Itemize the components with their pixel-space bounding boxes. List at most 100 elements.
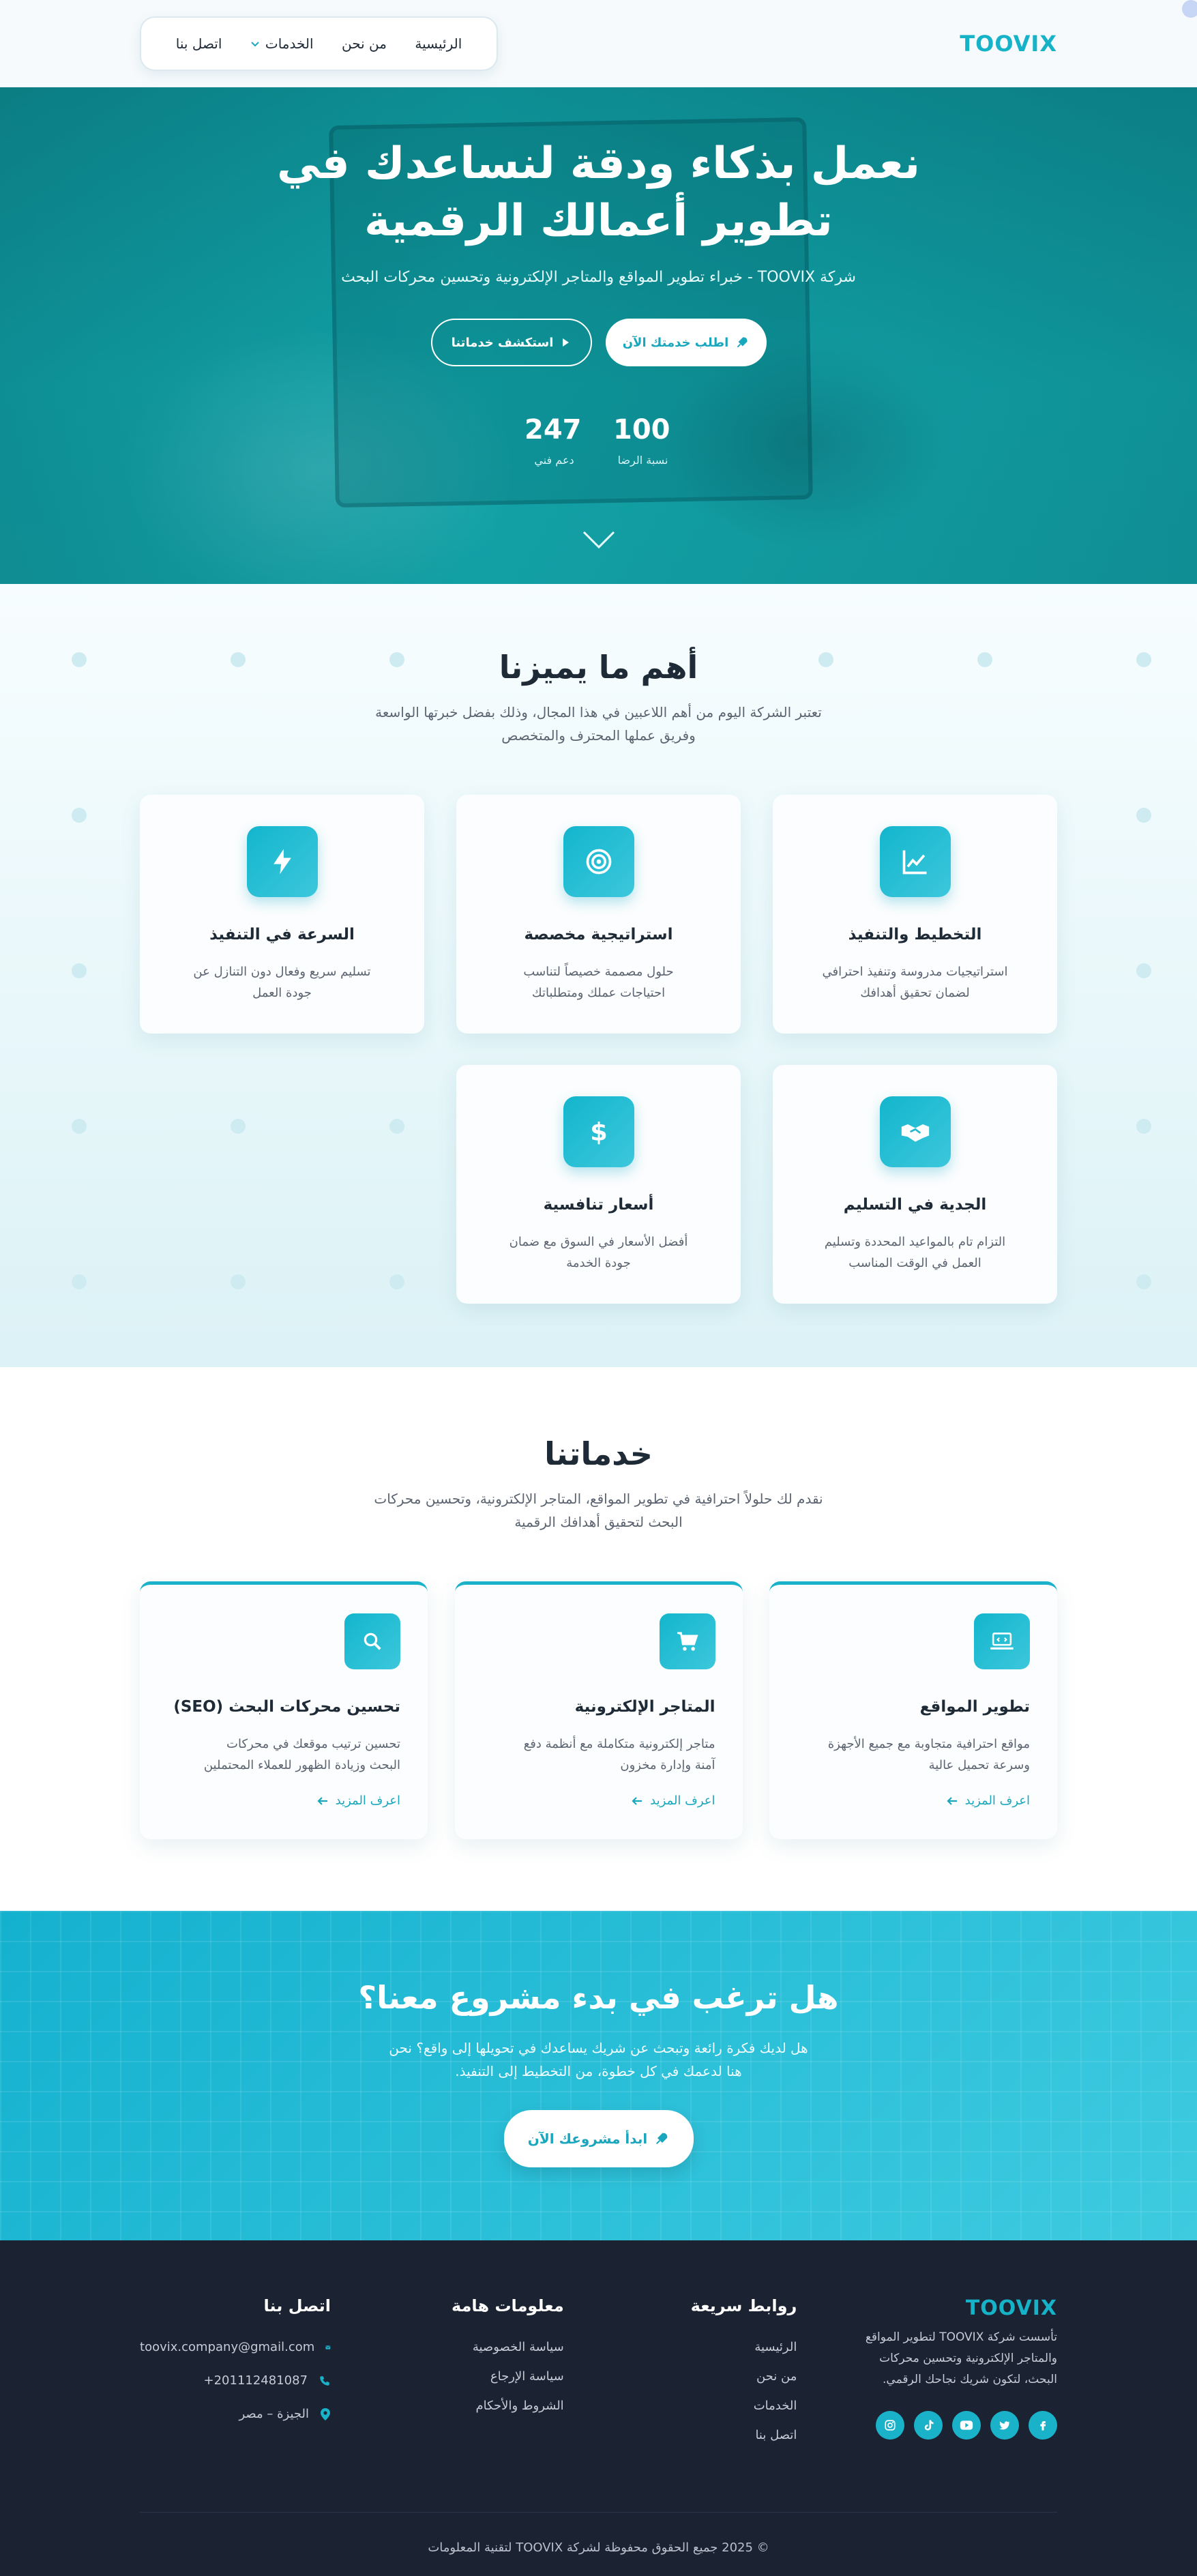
- main-nav: الرئيسية من نحن الخدمات اتصل بنا: [140, 16, 498, 71]
- service-desc: مواقع احترافية متجاوبة مع جميع الأجهزة و…: [827, 1737, 1030, 1772]
- feature-desc: حلول مصممة خصيصاً لتناسب احتياجات عملك و…: [523, 965, 674, 1000]
- feature-card-delivery: الجدية في التسليم التزام تام بالمواعيد ا…: [773, 1065, 1057, 1304]
- stat-value: 100: [613, 414, 670, 445]
- nav-item-label: الخدمات: [265, 35, 314, 52]
- feature-card-speed: السرعة في التنفيذ تسليم سريع وفعال دون ا…: [140, 795, 424, 1034]
- handshake-icon: [901, 1124, 929, 1142]
- hero-section: نعمل بذكاء ودقة لنساعدك في تطوير أعمالك …: [0, 87, 1197, 584]
- corner-dot: [1182, 0, 1197, 18]
- feature-title: السرعة في التنفيذ: [209, 926, 355, 943]
- site-header: TOOVIX الرئيسية من نحن الخدمات اتصل بنا: [0, 0, 1197, 87]
- feature-card-strategy: استراتيجية مخصصة حلول مصممة خصيصاً لتناس…: [456, 795, 741, 1034]
- footer-info-title: معلومات هامة: [452, 2296, 564, 2315]
- service-title: المتاجر الإلكترونية: [574, 1698, 715, 1716]
- feature-icon-box: [563, 826, 634, 897]
- hero-title-line-1: نعمل بذكاء ودقة لنساعدك في: [277, 138, 920, 189]
- services-title: خدماتنا: [544, 1435, 653, 1472]
- learn-more-label: اعرف المزيد: [964, 1794, 1030, 1808]
- hero-subtitle: شركة TOOVIX - خبراء تطوير المواقع والمتا…: [341, 269, 856, 286]
- hero-stats: 100 نسبة الرضا 247 دعم فني: [0, 414, 1197, 467]
- feature-card-pricing: $ أسعار تنافسية أفضل الأسعار في السوق مع…: [456, 1065, 741, 1304]
- rocket-icon: [737, 337, 748, 348]
- target-icon: [586, 849, 611, 875]
- feature-title: التخطيط والتنفيذ: [848, 926, 982, 943]
- service-card-ecommerce: المتاجر الإلكترونية متاجر إلكترونية متكا…: [454, 1581, 743, 1839]
- facebook-icon[interactable]: [1029, 2411, 1057, 2440]
- nav-item-about[interactable]: من نحن: [342, 35, 387, 52]
- footer-link-about[interactable]: من نحن: [626, 2369, 797, 2384]
- phone-icon: [320, 2375, 329, 2386]
- footer-contact-title: اتصل بنا: [263, 2296, 331, 2315]
- footer-quick-links: روابط سريعة الرئيسية من نحن الخدمات اتصل…: [626, 2296, 797, 2457]
- hero-title-line-2: تطوير أعمالك الرقمية: [364, 196, 833, 246]
- nav-item-label: اتصل بنا: [175, 35, 222, 52]
- feature-desc: استراتيجيات مدروسة وتنفيذ احترافي لضمان …: [822, 965, 1008, 1000]
- footer-link-services[interactable]: الخدمات: [626, 2399, 797, 2413]
- youtube-icon[interactable]: [952, 2411, 981, 2440]
- footer-link-terms[interactable]: الشروط والأحكام: [394, 2399, 563, 2413]
- footer-contact: اتصل بنا toovix.company@gmail.com +20111…: [140, 2296, 331, 2457]
- nav-item-contact[interactable]: اتصل بنا: [176, 35, 222, 52]
- feature-icon-box: [879, 1096, 951, 1167]
- contact-location: الجيزة – مصر: [140, 2407, 331, 2421]
- nav-item-home[interactable]: الرئيسية: [415, 35, 462, 52]
- contact-location-text: الجيزة – مصر: [239, 2407, 310, 2421]
- learn-more-link[interactable]: اعرف المزيد: [797, 1794, 1030, 1808]
- feature-title: استراتيجية مخصصة: [524, 926, 673, 943]
- stat-support: 247 دعم فني: [524, 414, 582, 467]
- service-icon-box: [344, 1613, 400, 1669]
- service-title: تحسين محركات البحث (SEO): [173, 1698, 400, 1716]
- footer-divider: [140, 2512, 1057, 2513]
- learn-more-link[interactable]: اعرف المزيد: [167, 1794, 400, 1808]
- hero-title: نعمل بذكاء ودقة لنساعدك في تطوير أعمالك …: [258, 135, 940, 250]
- contact-email[interactable]: toovix.company@gmail.com: [140, 2340, 331, 2354]
- arrow-left-icon: [947, 1796, 957, 1805]
- footer-logo[interactable]: TOOVIX: [859, 2296, 1057, 2320]
- nav-item-label: الرئيسية: [415, 35, 462, 52]
- search-icon: [364, 1633, 381, 1650]
- explore-services-button[interactable]: استكشف خدماتنا: [430, 319, 592, 366]
- instagram-icon[interactable]: [876, 2411, 904, 2440]
- learn-more-label: اعرف المزيد: [650, 1794, 715, 1808]
- logo[interactable]: TOOVIX: [960, 31, 1057, 57]
- service-title: تطوير المواقع: [919, 1698, 1030, 1716]
- start-project-label: ابدأ مشروعك الآن: [527, 2131, 648, 2147]
- footer-info: معلومات هامة سياسة الخصوصية سياسة الإرجا…: [394, 2296, 564, 2457]
- start-project-button[interactable]: ابدأ مشروعك الآن: [503, 2110, 694, 2167]
- nav-item-services[interactable]: الخدمات: [250, 35, 314, 52]
- bolt-icon: [273, 849, 291, 875]
- chevron-down-icon: [251, 42, 259, 47]
- features-title: أهم ما يميزنا: [499, 649, 698, 686]
- learn-more-label: اعرف المزيد: [335, 1794, 400, 1808]
- svg-text:$: $: [590, 1117, 608, 1147]
- copyright-text: © 2025 جميع الحقوق محفوظة لشركة TOOVIX ل…: [428, 2541, 769, 2555]
- footer-about: TOOVIX تأسست شركة TOOVIX لتطوير المواقع …: [859, 2296, 1057, 2457]
- stat-label: دعم فني: [534, 454, 574, 467]
- cta-title: هل ترغب في بدء مشروع معنا؟: [358, 1979, 839, 2016]
- service-desc: متاجر إلكترونية متكاملة مع أنظمة دفع آمن…: [523, 1737, 715, 1772]
- feature-card-planning: التخطيط والتنفيذ استراتيجيات مدروسة وتنف…: [773, 795, 1057, 1034]
- services-grid: تطوير المواقع مواقع احترافية متجاوبة مع …: [140, 1581, 1057, 1839]
- features-grid: التخطيط والتنفيذ استراتيجيات مدروسة وتنف…: [140, 795, 1057, 1313]
- service-icon-box: [974, 1613, 1030, 1669]
- tiktok-icon[interactable]: [914, 2411, 943, 2440]
- twitter-icon[interactable]: [990, 2411, 1019, 2440]
- footer-link-home[interactable]: الرئيسية: [626, 2340, 797, 2354]
- arrow-left-icon: [317, 1796, 327, 1805]
- footer-link-contact[interactable]: اتصل بنا: [626, 2428, 797, 2442]
- feature-icon-box: $: [563, 1096, 634, 1167]
- services-section: خدماتنا نقدم لك حلولاً احترافية في تطوير…: [0, 1367, 1197, 1911]
- footer-about-text: تأسست شركة TOOVIX لتطوير المواقع والمتاج…: [865, 2330, 1057, 2386]
- request-service-button[interactable]: اطلب خدمتك الآن: [605, 319, 767, 366]
- scroll-down-chevron-icon[interactable]: [582, 531, 615, 550]
- chart-line-icon: [902, 850, 926, 875]
- learn-more-link[interactable]: اعرف المزيد: [482, 1794, 715, 1808]
- contact-email-text: toovix.company@gmail.com: [140, 2340, 315, 2354]
- social-links: [859, 2411, 1057, 2440]
- footer-link-privacy[interactable]: سياسة الخصوصية: [394, 2340, 564, 2354]
- footer-link-returns[interactable]: سياسة الإرجاع: [394, 2369, 564, 2384]
- play-icon: [563, 338, 570, 347]
- features-section: أهم ما يميزنا تعتبر الشركة اليوم من أهم …: [0, 584, 1197, 1367]
- stat-label: نسبة الرضا: [617, 454, 668, 467]
- contact-phone[interactable]: +201112481087: [140, 2373, 331, 2388]
